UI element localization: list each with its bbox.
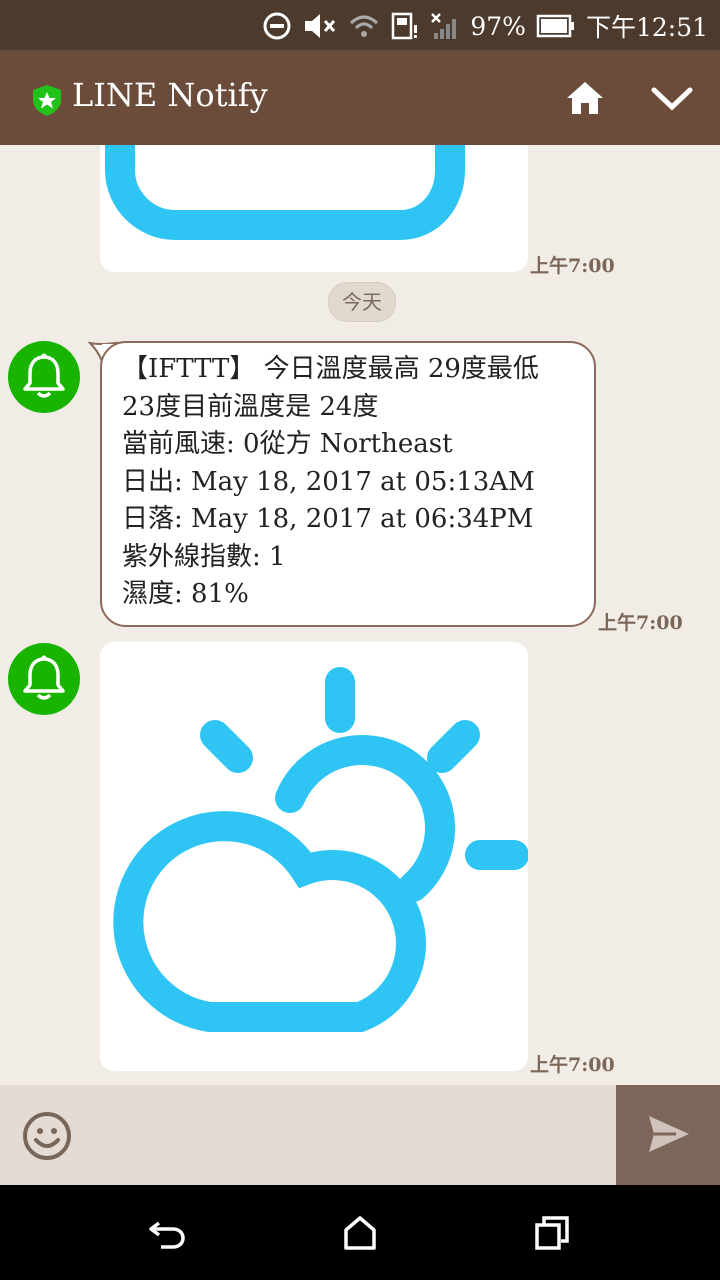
image-message[interactable] bbox=[100, 145, 528, 272]
message-time: 上午7:00 bbox=[530, 255, 615, 277]
message-line: 日出: May 18, 2017 at 05:13AM bbox=[122, 466, 535, 497]
bell-icon bbox=[23, 655, 65, 700]
storage-alert-icon bbox=[392, 12, 418, 40]
battery-percent: 97% bbox=[470, 11, 526, 41]
back-icon[interactable] bbox=[147, 1215, 187, 1251]
send-icon bbox=[649, 1116, 689, 1152]
send-button[interactable] bbox=[616, 1085, 720, 1185]
message-line: 濕度: 81% bbox=[122, 579, 249, 609]
message-line: 當前風速: 0從方 Northeast bbox=[122, 429, 453, 459]
message-line: 23度目前溫度是 24度 bbox=[122, 391, 379, 422]
shield-icon bbox=[33, 85, 61, 116]
image-message[interactable] bbox=[100, 642, 528, 1071]
message-input-bar[interactable] bbox=[0, 1085, 616, 1185]
chevron-down-icon[interactable] bbox=[650, 84, 694, 112]
app-bar: LINE Notify bbox=[0, 50, 720, 145]
bell-icon bbox=[23, 353, 65, 398]
date-separator: 今天 bbox=[328, 282, 396, 322]
status-bar: 97% 下午12:51 bbox=[0, 0, 720, 50]
app-title: LINE Notify bbox=[72, 76, 268, 114]
wifi-icon bbox=[350, 15, 379, 37]
home-nav-icon[interactable] bbox=[340, 1215, 380, 1251]
message-time: 上午7:00 bbox=[530, 1054, 615, 1076]
message-line: 【IFTTT】 今日溫度最高 29度最低 bbox=[122, 354, 539, 384]
bot-avatar[interactable] bbox=[8, 643, 80, 715]
chat-area[interactable]: 上午7:00 今天 【IFTTT】 今日溫度最高 29度最低 23度目前溫度是 … bbox=[0, 145, 720, 1085]
emoji-icon[interactable] bbox=[22, 1111, 72, 1161]
dnd-icon bbox=[263, 12, 291, 40]
system-nav-bar bbox=[0, 1185, 720, 1280]
recents-icon[interactable] bbox=[533, 1215, 573, 1251]
message-line: 紫外線指數: 1 bbox=[122, 541, 286, 572]
message-time: 上午7:00 bbox=[598, 612, 683, 634]
cloud-icon bbox=[105, 145, 465, 240]
bot-avatar[interactable] bbox=[8, 341, 80, 413]
text-message[interactable]: 【IFTTT】 今日溫度最高 29度最低 23度目前溫度是 24度 當前風速: … bbox=[100, 341, 596, 627]
battery-icon bbox=[536, 14, 574, 38]
message-line: 日落: May 18, 2017 at 06:34PM bbox=[122, 504, 534, 534]
signal-icon bbox=[431, 13, 457, 39]
status-time: 下午12:51 bbox=[585, 13, 708, 42]
mute-icon bbox=[305, 14, 336, 38]
home-icon[interactable] bbox=[565, 80, 605, 116]
partly-cloudy-icon bbox=[113, 667, 528, 1032]
